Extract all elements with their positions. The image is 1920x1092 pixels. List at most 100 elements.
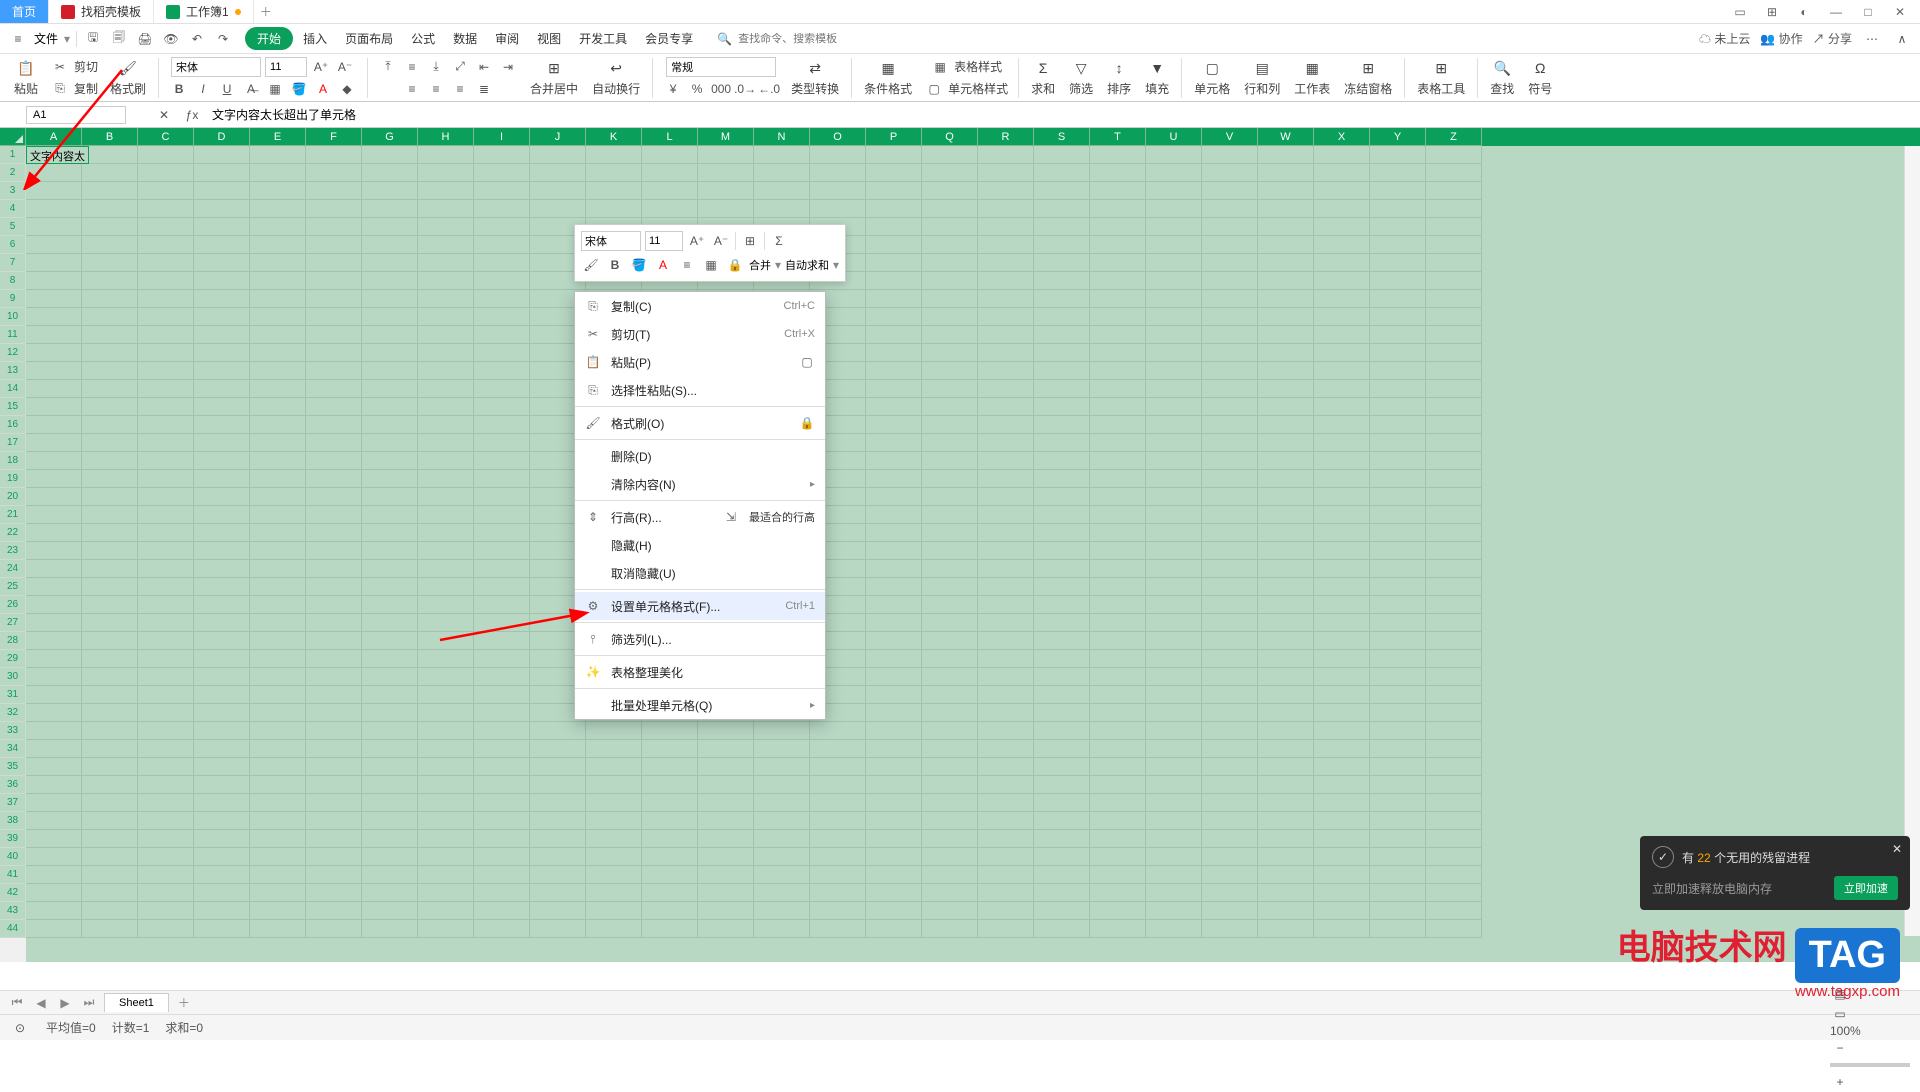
tab-workbook[interactable]: 工作簿1 — [154, 0, 254, 23]
cm-delete[interactable]: 删除(D) — [575, 442, 825, 470]
cm-row-height[interactable]: ⇕行高(R)...⇲最适合的行高 — [575, 503, 825, 531]
view-page-icon[interactable]: ▤ — [1830, 984, 1850, 1004]
tab-view[interactable]: 视图 — [529, 26, 569, 51]
cm-clear[interactable]: 清除内容(N)▸ — [575, 470, 825, 498]
row-header-44[interactable]: 44 — [0, 920, 26, 938]
cell-a1[interactable]: 文字内容太 — [26, 146, 89, 164]
type-convert-button[interactable]: ⇄类型转换 — [785, 56, 845, 99]
row-header-29[interactable]: 29 — [0, 650, 26, 668]
tab-template[interactable]: 找稻壳模板 — [49, 0, 154, 23]
fill-button[interactable]: ▼填充 — [1139, 56, 1175, 99]
row-header-17[interactable]: 17 — [0, 434, 26, 452]
tab-data[interactable]: 数据 — [445, 26, 485, 51]
row-header-26[interactable]: 26 — [0, 596, 26, 614]
row-header-6[interactable]: 6 — [0, 236, 26, 254]
col-header-Z[interactable]: Z — [1426, 128, 1482, 146]
tab-layout[interactable]: 页面布局 — [337, 26, 401, 51]
row-header-36[interactable]: 36 — [0, 776, 26, 794]
cell-button[interactable]: ▢单元格 — [1188, 56, 1236, 99]
bold-icon[interactable]: B — [169, 79, 189, 99]
notif-close-icon[interactable]: ✕ — [1892, 842, 1902, 856]
tab-dev[interactable]: 开发工具 — [571, 26, 635, 51]
redo-icon[interactable]: ↷ — [213, 29, 233, 49]
col-header-I[interactable]: I — [474, 128, 530, 146]
mini-align-icon[interactable]: ≡ — [677, 255, 697, 275]
row-header-39[interactable]: 39 — [0, 830, 26, 848]
view-break-icon[interactable]: ▭ — [1830, 1004, 1850, 1024]
sheet-nav-next[interactable]: ▶ — [56, 994, 74, 1012]
strike-icon[interactable]: A̶ — [241, 79, 261, 99]
decrease-font-icon[interactable]: A⁻ — [335, 57, 355, 77]
wrap-button[interactable]: ↩自动换行 — [586, 56, 646, 99]
font-color-icon[interactable]: A — [313, 79, 333, 99]
row-header-10[interactable]: 10 — [0, 308, 26, 326]
zoom-out-icon[interactable]: − — [1830, 1038, 1850, 1058]
cm-batch[interactable]: 批量处理单元格(Q)▸ — [575, 691, 825, 719]
col-header-G[interactable]: G — [362, 128, 418, 146]
cut-icon[interactable]: ✂ — [50, 57, 70, 77]
mini-format-painter-icon[interactable]: 🖌 — [581, 255, 601, 275]
align-right-icon[interactable]: ≡ — [450, 79, 470, 99]
col-header-P[interactable]: P — [866, 128, 922, 146]
row-header-30[interactable]: 30 — [0, 668, 26, 686]
sort-button[interactable]: ↕排序 — [1101, 56, 1137, 99]
underline-icon[interactable]: U — [217, 79, 237, 99]
menu-icon[interactable]: ≡ — [8, 29, 28, 49]
save-icon[interactable]: 🖫 — [83, 29, 103, 49]
align-center-icon[interactable]: ≡ — [426, 79, 446, 99]
freeze-button[interactable]: ⊞冻结窗格 — [1338, 56, 1398, 99]
row-header-1[interactable]: 1 — [0, 146, 26, 164]
save-as-icon[interactable]: 🗐 — [109, 29, 129, 49]
row-header-16[interactable]: 16 — [0, 416, 26, 434]
notif-action-button[interactable]: 立即加速 — [1834, 876, 1898, 900]
zoom-slider[interactable] — [1830, 1063, 1910, 1067]
col-header-N[interactable]: N — [754, 128, 810, 146]
row-header-2[interactable]: 2 — [0, 164, 26, 182]
tab-start[interactable]: 开始 — [245, 27, 293, 50]
row-header-41[interactable]: 41 — [0, 866, 26, 884]
indent-inc-icon[interactable]: ⇥ — [498, 57, 518, 77]
minimize-button[interactable]: — — [1824, 0, 1848, 24]
tab-home[interactable]: 首页 — [0, 0, 49, 23]
sheet-nav-first[interactable]: ⏮ — [8, 994, 26, 1012]
sheet-tab-1[interactable]: Sheet1 — [104, 993, 169, 1012]
cm-cut[interactable]: ✂剪切(T)Ctrl+X — [575, 320, 825, 348]
row-header-20[interactable]: 20 — [0, 488, 26, 506]
col-header-C[interactable]: C — [138, 128, 194, 146]
comma-icon[interactable]: 000 — [711, 79, 731, 99]
align-top-icon[interactable]: ⤒ — [378, 57, 398, 77]
cm-copy[interactable]: ⎘复制(C)Ctrl+C — [575, 292, 825, 320]
cut-label[interactable]: 剪切 — [74, 58, 98, 75]
align-bottom-icon[interactable]: ⤓ — [426, 57, 446, 77]
cm-unhide[interactable]: 取消隐藏(U) — [575, 559, 825, 587]
row-header-9[interactable]: 9 — [0, 290, 26, 308]
sheet-nav-prev[interactable]: ◀ — [32, 994, 50, 1012]
cm-paste[interactable]: 📋粘贴(P)▢ — [575, 348, 825, 376]
vertical-scrollbar[interactable] — [1904, 146, 1920, 936]
border-icon[interactable]: ▦ — [265, 79, 285, 99]
col-header-H[interactable]: H — [418, 128, 474, 146]
copy-icon[interactable]: ⎘ — [50, 79, 70, 99]
row-header-13[interactable]: 13 — [0, 362, 26, 380]
merge-button[interactable]: ⊞合并居中 — [524, 56, 584, 99]
mini-border-icon[interactable]: ▦ — [701, 255, 721, 275]
more-icon[interactable]: ⋯ — [1862, 29, 1882, 49]
cells[interactable]: 文字内容太 — [26, 146, 1920, 962]
row-header-3[interactable]: 3 — [0, 182, 26, 200]
layout-icon[interactable]: ▭ — [1728, 0, 1752, 24]
cancel-formula-icon[interactable]: ✕ — [154, 105, 174, 125]
col-header-F[interactable]: F — [306, 128, 362, 146]
col-header-A[interactable]: A — [26, 128, 82, 146]
symbol-button[interactable]: Ω符号 — [1522, 56, 1558, 99]
col-header-Q[interactable]: Q — [922, 128, 978, 146]
row-header-21[interactable]: 21 — [0, 506, 26, 524]
row-header-31[interactable]: 31 — [0, 686, 26, 704]
copy-label[interactable]: 复制 — [74, 80, 98, 97]
print-icon[interactable]: 🖨 — [135, 29, 155, 49]
col-header-J[interactable]: J — [530, 128, 586, 146]
tab-insert[interactable]: 插入 — [295, 26, 335, 51]
zoom-level[interactable]: 100% — [1830, 1024, 1861, 1038]
table-style-button[interactable]: ▦表格样式 — [930, 57, 1002, 77]
col-header-T[interactable]: T — [1090, 128, 1146, 146]
mini-size-select[interactable] — [645, 231, 683, 251]
